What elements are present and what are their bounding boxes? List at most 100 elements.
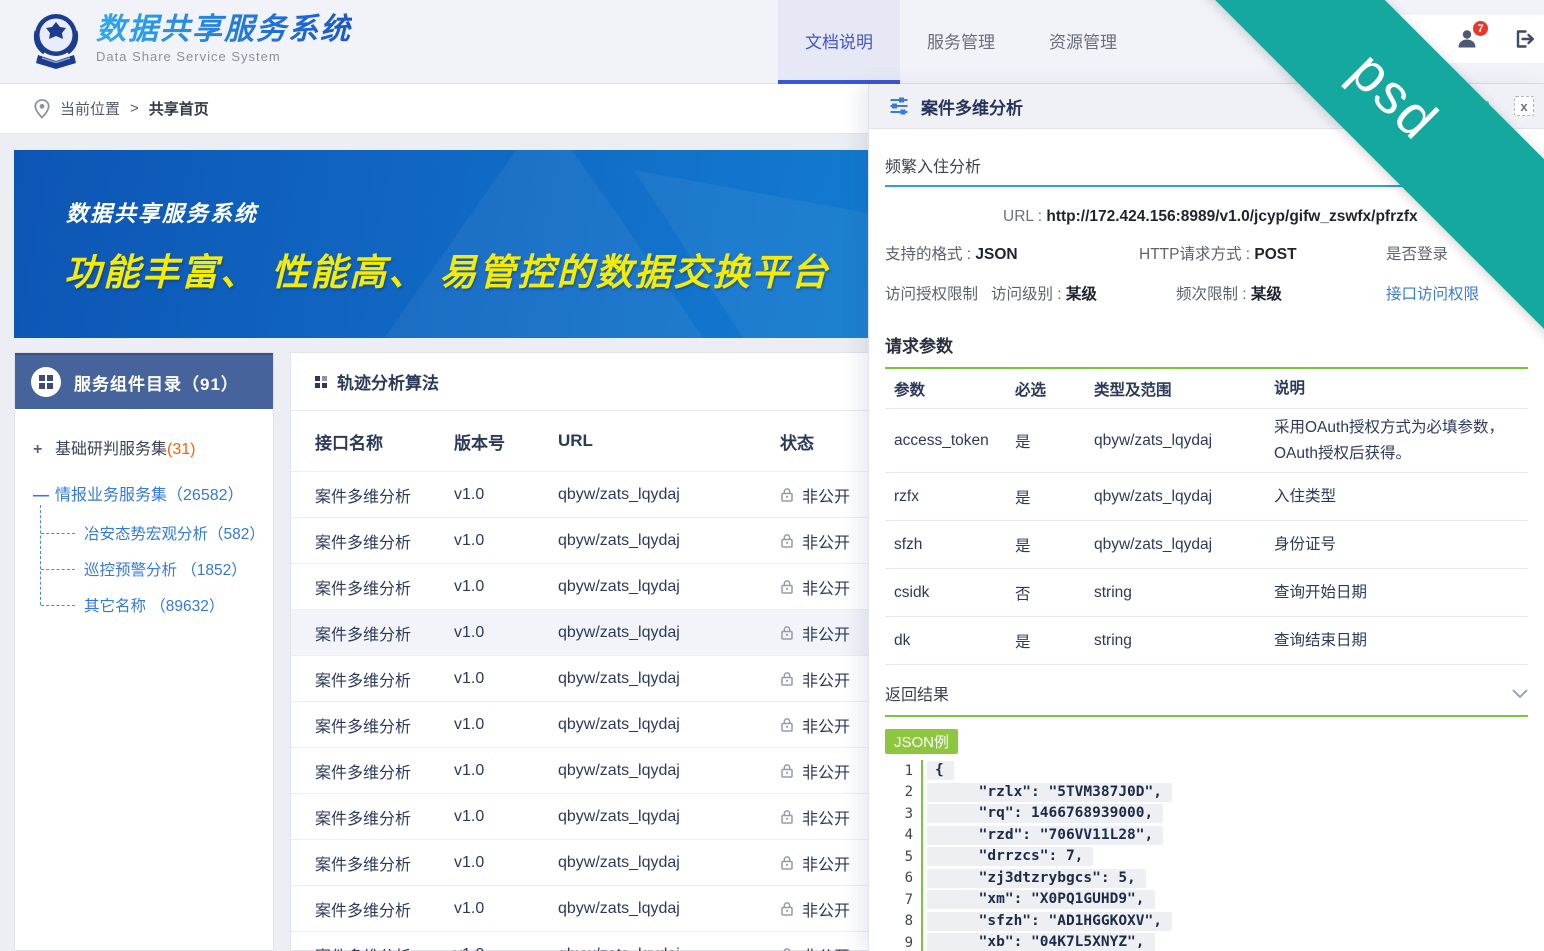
breadcrumb-separator: > bbox=[130, 100, 139, 117]
lock-icon bbox=[780, 809, 794, 824]
access-auth-label: 访问授权限制 bbox=[885, 282, 978, 304]
param-desc: 查询结束日期 bbox=[1265, 628, 1528, 654]
code-gutter-line bbox=[921, 889, 923, 911]
api-info-value: 某级 bbox=[1251, 286, 1282, 303]
banner-title: 数据共享服务系统 bbox=[66, 196, 258, 228]
api-info-value: POST bbox=[1254, 246, 1296, 263]
tree-root-item[interactable]: —情报业务服务集（26582） bbox=[33, 481, 263, 505]
code-line-text: "rq": 1466768939000, bbox=[927, 804, 1163, 823]
code-line: 7 "xm": "X0PQ1GUHD9", bbox=[885, 889, 1528, 911]
code-line-number: 1 bbox=[885, 763, 913, 779]
param-name: sfzh bbox=[885, 536, 1005, 554]
api-info-value: 某级 bbox=[1066, 286, 1097, 303]
api-info-label: 频次限制 : bbox=[1176, 286, 1251, 303]
lock-icon bbox=[780, 947, 794, 951]
tree-root-item[interactable]: +基础研判服务集(31) bbox=[33, 435, 263, 459]
code-line: 6 "zj3dtzrybgcs": 5, bbox=[885, 868, 1528, 890]
nav-tab-资源管理[interactable]: 资源管理 bbox=[1022, 0, 1144, 84]
param-required: 是 bbox=[1005, 486, 1085, 508]
param-type: qbyw/zats_lqydaj bbox=[1085, 432, 1265, 450]
main-nav-tabs: 文档说明服务管理资源管理 bbox=[778, 0, 1144, 84]
param-name: access_token bbox=[885, 432, 1005, 450]
tree-toggle-icon[interactable]: — bbox=[33, 487, 55, 505]
analysis-section-title: 频繁入住分析 bbox=[885, 153, 981, 177]
user-button[interactable]: 7 bbox=[1454, 26, 1480, 52]
request-params-title: 请求参数 bbox=[885, 332, 1528, 357]
code-line-number: 9 bbox=[885, 935, 913, 951]
police-badge-logo bbox=[28, 9, 84, 75]
tree-toggle-icon[interactable]: + bbox=[33, 441, 55, 459]
app-title: 数据共享服务系统 bbox=[96, 13, 352, 46]
status-text: 非公开 bbox=[802, 851, 850, 875]
code-gutter-line bbox=[921, 868, 923, 890]
api-info-item: HTTP请求方式 : POST bbox=[1139, 242, 1297, 264]
params-table-header: 参数 必选 类型及范围 说明 bbox=[885, 369, 1528, 409]
status-text: 非公开 bbox=[802, 667, 850, 691]
api-info-item: 支持的格式 : JSON bbox=[885, 242, 1018, 264]
collapse-result-button[interactable] bbox=[1512, 689, 1528, 698]
location-pin-icon bbox=[34, 99, 50, 119]
section-divider-green bbox=[885, 715, 1528, 717]
api-url-value: http://172.424.156:8989/v1.0/jcyp/gifw_z… bbox=[1046, 208, 1417, 225]
tree-child-item[interactable]: 巡控预警分析 （1852） bbox=[40, 551, 263, 587]
nav-tab-文档说明[interactable]: 文档说明 bbox=[778, 0, 900, 84]
col-header-name: 接口名称 bbox=[291, 429, 454, 454]
cell-url: qbyw/zats_lqydaj bbox=[558, 578, 780, 596]
param-required: 是 bbox=[1005, 630, 1085, 652]
cell-url: qbyw/zats_lqydaj bbox=[558, 762, 780, 780]
tree-child-item[interactable]: 冶安态势宏观分析（582） bbox=[40, 515, 263, 551]
cell-version: v1.0 bbox=[454, 716, 558, 734]
lock-icon bbox=[780, 855, 794, 870]
param-row: csidk否string查询开始日期 bbox=[885, 569, 1528, 617]
status-text: 非公开 bbox=[802, 805, 850, 829]
param-name: rzfx bbox=[885, 488, 1005, 506]
cell-version: v1.0 bbox=[454, 532, 558, 550]
code-line-number: 7 bbox=[885, 892, 913, 908]
cell-interface-name: 案件多维分析 bbox=[291, 667, 454, 691]
service-catalog-sidebar: 服务组件目录（91） +基础研判服务集(31) —情报业务服务集（26582） 冶安… bbox=[14, 352, 274, 951]
code-line-text: "sfzh": "AD1HGGKOXV", bbox=[927, 912, 1172, 931]
cell-interface-name: 案件多维分析 bbox=[291, 529, 454, 553]
code-line-text: { bbox=[927, 761, 954, 780]
param-name: csidk bbox=[885, 584, 1005, 602]
cell-url: qbyw/zats_lqydaj bbox=[558, 808, 780, 826]
cell-url: qbyw/zats_lqydaj bbox=[558, 716, 780, 734]
close-button[interactable]: x bbox=[1514, 96, 1534, 116]
api-info-row-2: 访问授权限制 访问级别 : 某级 频次限制 : 某级 接口访问权限 bbox=[885, 282, 1528, 306]
cell-version: v1.0 bbox=[454, 624, 558, 642]
param-type: string bbox=[1085, 584, 1265, 602]
status-text: 非公开 bbox=[802, 575, 850, 599]
logout-button[interactable] bbox=[1512, 26, 1538, 52]
detail-panel-title: 案件多维分析 bbox=[921, 94, 1023, 119]
json-code-block: 1{2 "rzlx": "5TVM387J0D",3 "rq": 1466768… bbox=[885, 760, 1528, 951]
code-line-text: "xb": "04K7L5XNYZ", bbox=[927, 933, 1155, 951]
code-line-text: "rzd": "706VV11L28", bbox=[927, 826, 1163, 845]
lock-icon bbox=[780, 487, 794, 502]
param-type: string bbox=[1085, 632, 1265, 650]
code-line-number: 4 bbox=[885, 827, 913, 843]
cell-version: v1.0 bbox=[454, 854, 558, 872]
breadcrumb-label: 当前位置 bbox=[60, 98, 120, 119]
cell-url: qbyw/zats_lqydaj bbox=[558, 946, 780, 951]
code-line-number: 8 bbox=[885, 913, 913, 929]
param-col-name: 参数 bbox=[885, 378, 1005, 400]
tree-item-label: 基础研判服务集 bbox=[55, 435, 167, 459]
cell-url: qbyw/zats_lqydaj bbox=[558, 624, 780, 642]
param-desc: 查询开始日期 bbox=[1265, 580, 1528, 606]
param-desc: 身份证号 bbox=[1265, 532, 1528, 558]
param-row: access_token是qbyw/zats_lqydaj采用OAuth授权方式… bbox=[885, 409, 1528, 473]
breadcrumb-current[interactable]: 共享首页 bbox=[149, 98, 209, 119]
api-info-item: 访问级别 : 某级 bbox=[991, 282, 1097, 304]
code-line: 3 "rq": 1466768939000, bbox=[885, 803, 1528, 825]
api-permission-link[interactable]: 接口访问权限 bbox=[1386, 282, 1479, 304]
code-line-number: 3 bbox=[885, 806, 913, 822]
sidebar-header: 服务组件目录（91） bbox=[15, 353, 273, 409]
code-line: 4 "rzd": "706VV11L28", bbox=[885, 825, 1528, 847]
lock-icon bbox=[780, 579, 794, 594]
cell-url: qbyw/zats_lqydaj bbox=[558, 900, 780, 918]
service-table-title: 轨迹分析算法 bbox=[337, 369, 439, 394]
code-gutter-line bbox=[921, 760, 923, 782]
tree-child-item[interactable]: 其它名称 （89632） bbox=[40, 587, 263, 623]
nav-tab-服务管理[interactable]: 服务管理 bbox=[900, 0, 1022, 84]
cell-interface-name: 案件多维分析 bbox=[291, 575, 454, 599]
